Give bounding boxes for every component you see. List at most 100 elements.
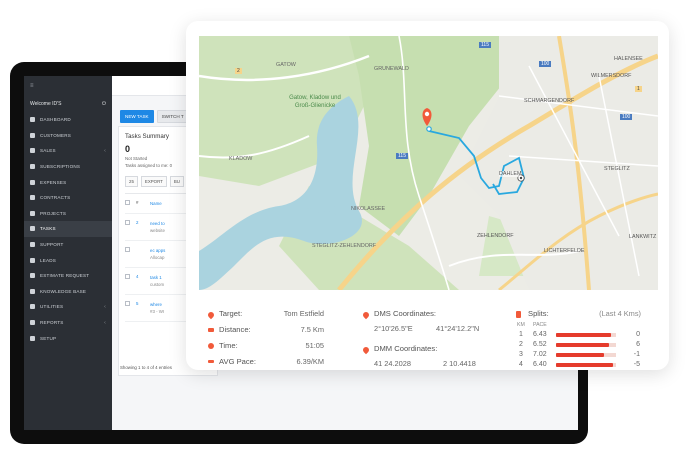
map-label-wilmersdorf: WILMERSDORF	[591, 73, 632, 79]
dmm-lon: 2 10.4418	[443, 359, 476, 368]
row-sub: custom	[150, 282, 165, 287]
row-name-text[interactable]: where	[150, 302, 162, 307]
row-name[interactable]: task 1 custom	[150, 274, 164, 288]
switch-button[interactable]: SWITCH T	[156, 110, 189, 123]
contracts-icon	[30, 195, 35, 201]
sidebar-item-label: Leads	[40, 257, 57, 263]
row-checkbox[interactable]	[125, 301, 130, 306]
row-name[interactable]: where #3 - WI	[150, 301, 164, 315]
row-sub: #3 - WI	[150, 309, 165, 314]
row-name-text[interactable]: need to	[150, 221, 165, 226]
dms-lat: 2°10'26.5"E	[374, 324, 413, 333]
row-checkbox[interactable]	[125, 274, 130, 279]
sidebar-item-dashboard[interactable]: Dashboard	[24, 112, 112, 128]
row-name-text[interactable]: task 1	[150, 275, 162, 280]
pace-value: 6.39/KM	[296, 357, 324, 366]
run-stats: Target: Tom Estfield Distance: 7.5 Km Ti…	[186, 297, 669, 368]
map-label-dahlem: DAHLEM	[499, 171, 522, 177]
reports-icon	[30, 320, 35, 326]
splits-col-pace: PACE	[533, 322, 547, 328]
splits-col-km: KM	[517, 322, 525, 328]
map[interactable]: GATOW GRUNEWALD HALENSEE WILMERSDORF Gat…	[199, 36, 658, 290]
bulk-button[interactable]: BU	[169, 176, 184, 187]
new-task-button[interactable]: NEW TASK	[120, 110, 154, 123]
distance-icon	[208, 328, 214, 332]
sidebar-item-label: Projects	[40, 210, 67, 216]
map-label-steglitz-zehlendorf: STEGLITZ-ZEHLENDORF	[312, 243, 377, 249]
sidebar-item-setup[interactable]: Setup	[24, 330, 112, 346]
map-label-grunewald: GRUNEWALD	[374, 66, 409, 72]
row-checkbox[interactable]	[125, 247, 130, 252]
row-name-text[interactable]: ec apps	[150, 248, 165, 253]
dms-lon: 41°24'12.2"N	[436, 324, 480, 333]
sidebar-item-leads[interactable]: Leads	[24, 252, 112, 268]
dmm-lat: 41 24.2028	[374, 359, 411, 368]
sidebar-item-contracts[interactable]: Contracts	[24, 190, 112, 206]
sidebar-item-label: Contracts	[40, 195, 71, 201]
row-name[interactable]: ec apps Allocap	[150, 247, 165, 261]
split-km: 3	[519, 351, 523, 358]
split-bar	[556, 353, 604, 357]
map-label-lichterfelde: LICHTERFELDE	[544, 248, 585, 254]
split-bar	[556, 343, 609, 347]
split-pace: 6.52	[533, 341, 547, 348]
split-pace: 6.43	[533, 331, 547, 338]
dms-pin-icon	[361, 310, 371, 320]
highway-shield-100: 100	[620, 114, 633, 120]
map-label-gatow: GATOW	[276, 62, 296, 68]
expenses-icon	[30, 179, 35, 185]
sidebar-item-sales[interactable]: Sales ‹	[24, 143, 112, 159]
export-button[interactable]: EXPORT	[140, 176, 167, 187]
sidebar-item-projects[interactable]: Projects	[24, 206, 112, 222]
row-checkbox[interactable]	[125, 220, 130, 225]
target-value: Tom Estfield	[283, 309, 324, 318]
sidebar-user-name: Welcome ID'S	[30, 101, 62, 107]
sidebar-item-utilities[interactable]: Utilities ‹	[24, 299, 112, 315]
sidebar-item-reports[interactable]: Reports ‹	[24, 315, 112, 331]
target-label: Target:	[219, 309, 243, 318]
split-diff: 6	[636, 341, 640, 348]
support-icon	[30, 242, 35, 248]
pace-icon	[208, 360, 214, 363]
map-label-kladow: KLADOW	[229, 156, 253, 162]
map-label-lankwitz: LANKWITZ	[629, 234, 657, 240]
road-shield-1: 1	[635, 86, 642, 92]
row-num: 4	[136, 274, 139, 279]
sidebar-item-label: Setup	[40, 335, 57, 341]
distance-value: 7.5 Km	[300, 325, 324, 334]
table-footer: Showing 1 to 4 of 4 entries	[120, 365, 172, 370]
map-label-schmargendorf: SCHMARGENDORF	[524, 98, 575, 104]
sidebar-item-label: Dashboard	[40, 117, 71, 123]
menu-icon[interactable]: ≡	[24, 76, 112, 96]
split-km: 1	[519, 331, 523, 338]
tasks-icon	[30, 226, 35, 232]
sidebar-item-tasks[interactable]: Tasks	[24, 221, 112, 237]
stage: ≡ Welcome ID'S ⏻ Dashboard Customers Sales…	[0, 0, 694, 450]
sidebar-item-knowledge-base[interactable]: Knowledge Base	[24, 284, 112, 300]
knowledge-base-icon	[30, 288, 35, 294]
row-name[interactable]: need to website	[150, 220, 165, 234]
row-num	[136, 247, 144, 261]
sidebar-item-estimate-request[interactable]: Estimate Request	[24, 268, 112, 284]
target-icon	[206, 310, 216, 320]
sales-icon	[30, 148, 35, 154]
sidebar-user[interactable]: Welcome ID'S ⏻	[24, 96, 112, 112]
header-num: #	[136, 200, 139, 205]
row-sub: Allocap	[150, 255, 165, 260]
splits-icon	[516, 311, 521, 318]
split-pace: 7.02	[533, 351, 547, 358]
distance-label: Distance:	[219, 325, 251, 334]
sidebar-item-label: Knowledge Base	[40, 288, 87, 294]
run-card: GATOW GRUNEWALD HALENSEE WILMERSDORF Gat…	[186, 21, 669, 370]
power-icon[interactable]: ⏻	[102, 101, 106, 107]
sidebar-item-support[interactable]: Support	[24, 237, 112, 253]
sidebar-item-expenses[interactable]: Expenses	[24, 174, 112, 190]
sidebar-item-subscriptions[interactable]: Subscriptions	[24, 159, 112, 175]
map-labels: GATOW GRUNEWALD HALENSEE WILMERSDORF Gat…	[199, 36, 658, 290]
page-size-select[interactable]: 25	[125, 176, 138, 187]
header-name[interactable]: Name	[150, 200, 162, 207]
utilities-icon	[30, 304, 35, 310]
pace-label: AVG Pace:	[219, 357, 257, 366]
sidebar-item-customers[interactable]: Customers	[24, 128, 112, 144]
select-all-checkbox[interactable]	[125, 200, 130, 205]
